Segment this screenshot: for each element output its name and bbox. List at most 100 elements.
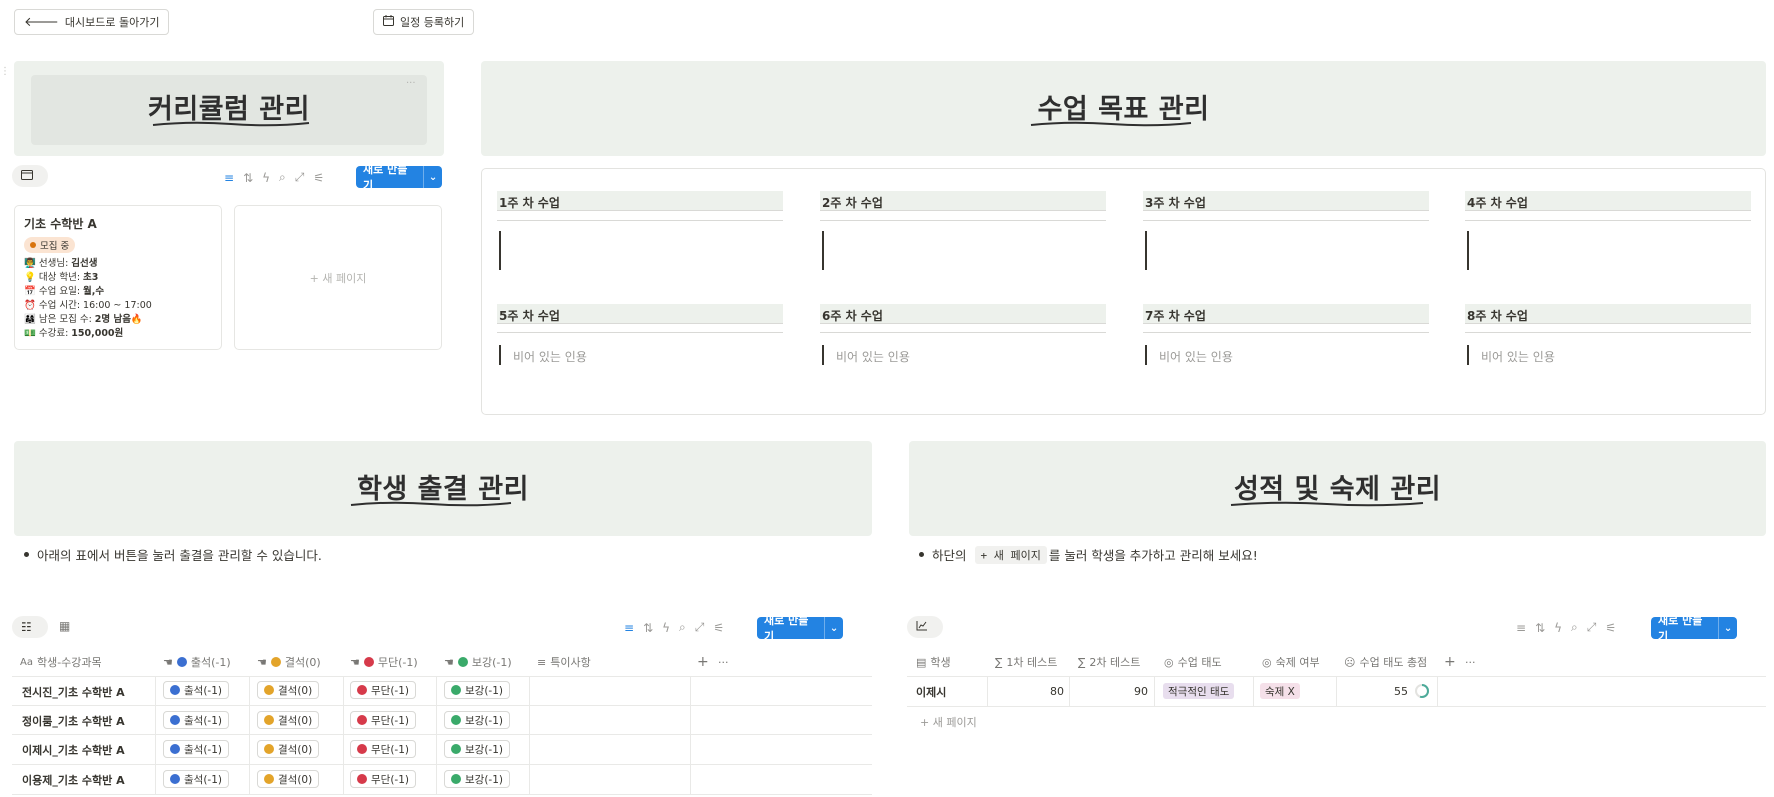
unexcused-button[interactable]: 무단(-1) xyxy=(350,740,416,758)
present-button[interactable]: 출석(-1) xyxy=(163,770,229,788)
col-present[interactable]: ☚ 출석(-1) xyxy=(163,651,231,673)
settings-icon[interactable]: ⚟ xyxy=(313,171,324,185)
col-absent[interactable]: ☚ 결석(0) xyxy=(257,651,321,673)
board-view-tab[interactable] xyxy=(12,165,48,187)
week-2-quote[interactable] xyxy=(822,231,824,270)
table-row-name[interactable]: 정이룸_기초 수학반 A xyxy=(22,713,125,729)
col-makeup[interactable]: ☚ 보강(-1) xyxy=(444,651,512,673)
col-unexcused[interactable]: ☚ 무단(-1) xyxy=(350,651,418,673)
present-button[interactable]: 출석(-1) xyxy=(163,740,229,758)
filter-icon[interactable]: ≡ xyxy=(624,621,634,635)
col-attitude[interactable]: ◎ 수업 태도 xyxy=(1164,651,1222,673)
new-page-card[interactable]: + 새 페이지 xyxy=(234,205,442,350)
col-student[interactable]: ▤ 학생 xyxy=(916,651,951,673)
makeup-button[interactable]: 보강(-1) xyxy=(444,681,510,699)
makeup-button[interactable]: 보강(-1) xyxy=(444,770,510,788)
chevron-down-icon[interactable]: ⌄ xyxy=(1719,623,1737,634)
sort-icon[interactable]: ⇅ xyxy=(643,621,653,635)
divider xyxy=(249,676,250,794)
attendance-new-button[interactable]: 새로 만들기 ⌄ xyxy=(757,614,843,643)
grades-new-button[interactable]: 새로 만들기 ⌄ xyxy=(1651,614,1737,643)
grade-key: 대상 학년: xyxy=(38,272,81,283)
new-label: 새로 만들기 xyxy=(356,163,425,192)
expand-icon[interactable]: ⤢ xyxy=(1587,620,1597,635)
title-underline xyxy=(152,121,310,127)
back-to-dashboard-button[interactable]: 🡐 대시보드로 돌아가기 xyxy=(14,9,170,35)
chevron-down-icon[interactable]: ⌄ xyxy=(424,172,442,183)
add-column-button[interactable]: + xyxy=(697,651,709,673)
col-test-1[interactable]: ∑ 1차 테스트 xyxy=(995,651,1057,673)
absent-button[interactable]: 결석(0) xyxy=(257,770,320,788)
week-1-quote[interactable] xyxy=(499,231,501,270)
absent-button-label: 결석(0) xyxy=(278,684,313,697)
schedule-button-label: 일정 등록하기 xyxy=(400,16,465,29)
week-8-placeholder[interactable]: 비어 있는 인용 xyxy=(1469,348,1555,365)
week-5-placeholder[interactable]: 비어 있는 인용 xyxy=(501,348,587,365)
new-label: 새로 만들기 xyxy=(1651,614,1720,643)
week-7-placeholder[interactable]: 비어 있는 인용 xyxy=(1147,348,1233,365)
course-card[interactable]: 기초 수학반 A 모집 중 👨‍🏫 선생님: 김선생 💡 대상 학년: 초3 📅 수업 요… xyxy=(14,205,222,350)
drag-handle-icon[interactable]: ⋮ xyxy=(0,66,10,77)
search-icon[interactable]: ⌕ xyxy=(1571,620,1578,635)
absent-button[interactable]: 결석(0) xyxy=(257,681,320,699)
search-icon[interactable]: ⌕ xyxy=(279,170,286,185)
search-icon[interactable]: ⌕ xyxy=(679,620,686,635)
new-page-row-button[interactable]: + 새 페이지 xyxy=(920,714,977,730)
makeup-button-label: 보강(-1) xyxy=(465,684,503,697)
makeup-button[interactable]: 보강(-1) xyxy=(444,711,510,729)
attitude-tag: 적극적인 태도 xyxy=(1163,683,1235,699)
more-icon[interactable]: ··· xyxy=(718,651,729,673)
absent-button[interactable]: 결석(0) xyxy=(257,711,320,729)
present-button[interactable]: 출석(-1) xyxy=(163,711,229,729)
settings-icon[interactable]: ⚟ xyxy=(713,621,724,635)
divider xyxy=(1143,220,1429,221)
line-chart-icon xyxy=(916,620,928,634)
table-row-name[interactable]: 이용제_기초 수학반 A xyxy=(22,772,125,788)
curriculum-new-button[interactable]: 새로 만들기 ⌄ xyxy=(356,163,442,192)
automation-icon[interactable]: ϟ xyxy=(1554,621,1562,635)
expand-icon[interactable]: ⤢ xyxy=(295,170,305,185)
green-circle-icon xyxy=(457,657,468,667)
filter-icon[interactable]: ≡ xyxy=(1516,621,1526,635)
yellow-circle-icon xyxy=(264,744,274,754)
automation-icon[interactable]: ϟ xyxy=(262,171,270,185)
present-button-label: 출석(-1) xyxy=(184,714,222,727)
checklist-view-tab[interactable]: ☷ xyxy=(12,616,48,638)
chart-view-tab[interactable] xyxy=(907,616,943,638)
settings-icon[interactable]: ⚟ xyxy=(1605,621,1616,635)
red-circle-icon xyxy=(357,744,367,754)
gallery-view-tab[interactable]: ▦ xyxy=(59,619,70,633)
bullet-dot xyxy=(919,552,924,557)
table-row-name[interactable]: 이제시 xyxy=(916,684,946,700)
week-6-placeholder[interactable]: 비어 있는 인용 xyxy=(824,348,910,365)
week-8-heading: 8주 차 수업 xyxy=(1465,304,1751,324)
register-schedule-button[interactable]: 일정 등록하기 xyxy=(373,9,475,35)
table-row-name[interactable]: 이제시_기초 수학반 A xyxy=(22,742,125,758)
col-notes[interactable]: ≡ 특이사항 xyxy=(537,651,591,673)
expand-icon[interactable]: ⤢ xyxy=(695,620,705,635)
unexcused-button[interactable]: 무단(-1) xyxy=(350,770,416,788)
table-row-name[interactable]: 전시진_기초 수학반 A xyxy=(22,684,125,700)
col-homework[interactable]: ◎ 숙제 여부 xyxy=(1262,651,1320,673)
week-1-heading: 1주 차 수업 xyxy=(497,191,783,211)
days-key: 수업 요일: xyxy=(38,286,81,297)
col-total[interactable]: ☹ 수업 태도 총점 xyxy=(1344,651,1427,673)
unexcused-button[interactable]: 무단(-1) xyxy=(350,681,416,699)
present-button[interactable]: 출석(-1) xyxy=(163,681,229,699)
sort-icon[interactable]: ⇅ xyxy=(1535,621,1545,635)
grades-header-panel: 성적 및 숙제 관리 xyxy=(909,441,1766,536)
add-column-button[interactable]: + xyxy=(1444,651,1456,673)
unexcused-button[interactable]: 무단(-1) xyxy=(350,711,416,729)
week-3-quote[interactable] xyxy=(1145,231,1147,270)
blue-circle-icon xyxy=(170,774,180,784)
chevron-down-icon[interactable]: ⌄ xyxy=(825,623,843,634)
absent-button[interactable]: 결석(0) xyxy=(257,740,320,758)
col-test-2[interactable]: ∑ 2차 테스트 xyxy=(1078,651,1140,673)
makeup-button[interactable]: 보강(-1) xyxy=(444,740,510,758)
automation-icon[interactable]: ϟ xyxy=(662,621,670,635)
more-icon[interactable]: ··· xyxy=(1465,651,1476,673)
col-student[interactable]: Aa 학생-수강과목 xyxy=(20,651,102,673)
sort-icon[interactable]: ⇅ xyxy=(243,171,253,185)
week-4-quote[interactable] xyxy=(1467,231,1469,270)
filter-icon[interactable]: ≡ xyxy=(224,171,234,185)
